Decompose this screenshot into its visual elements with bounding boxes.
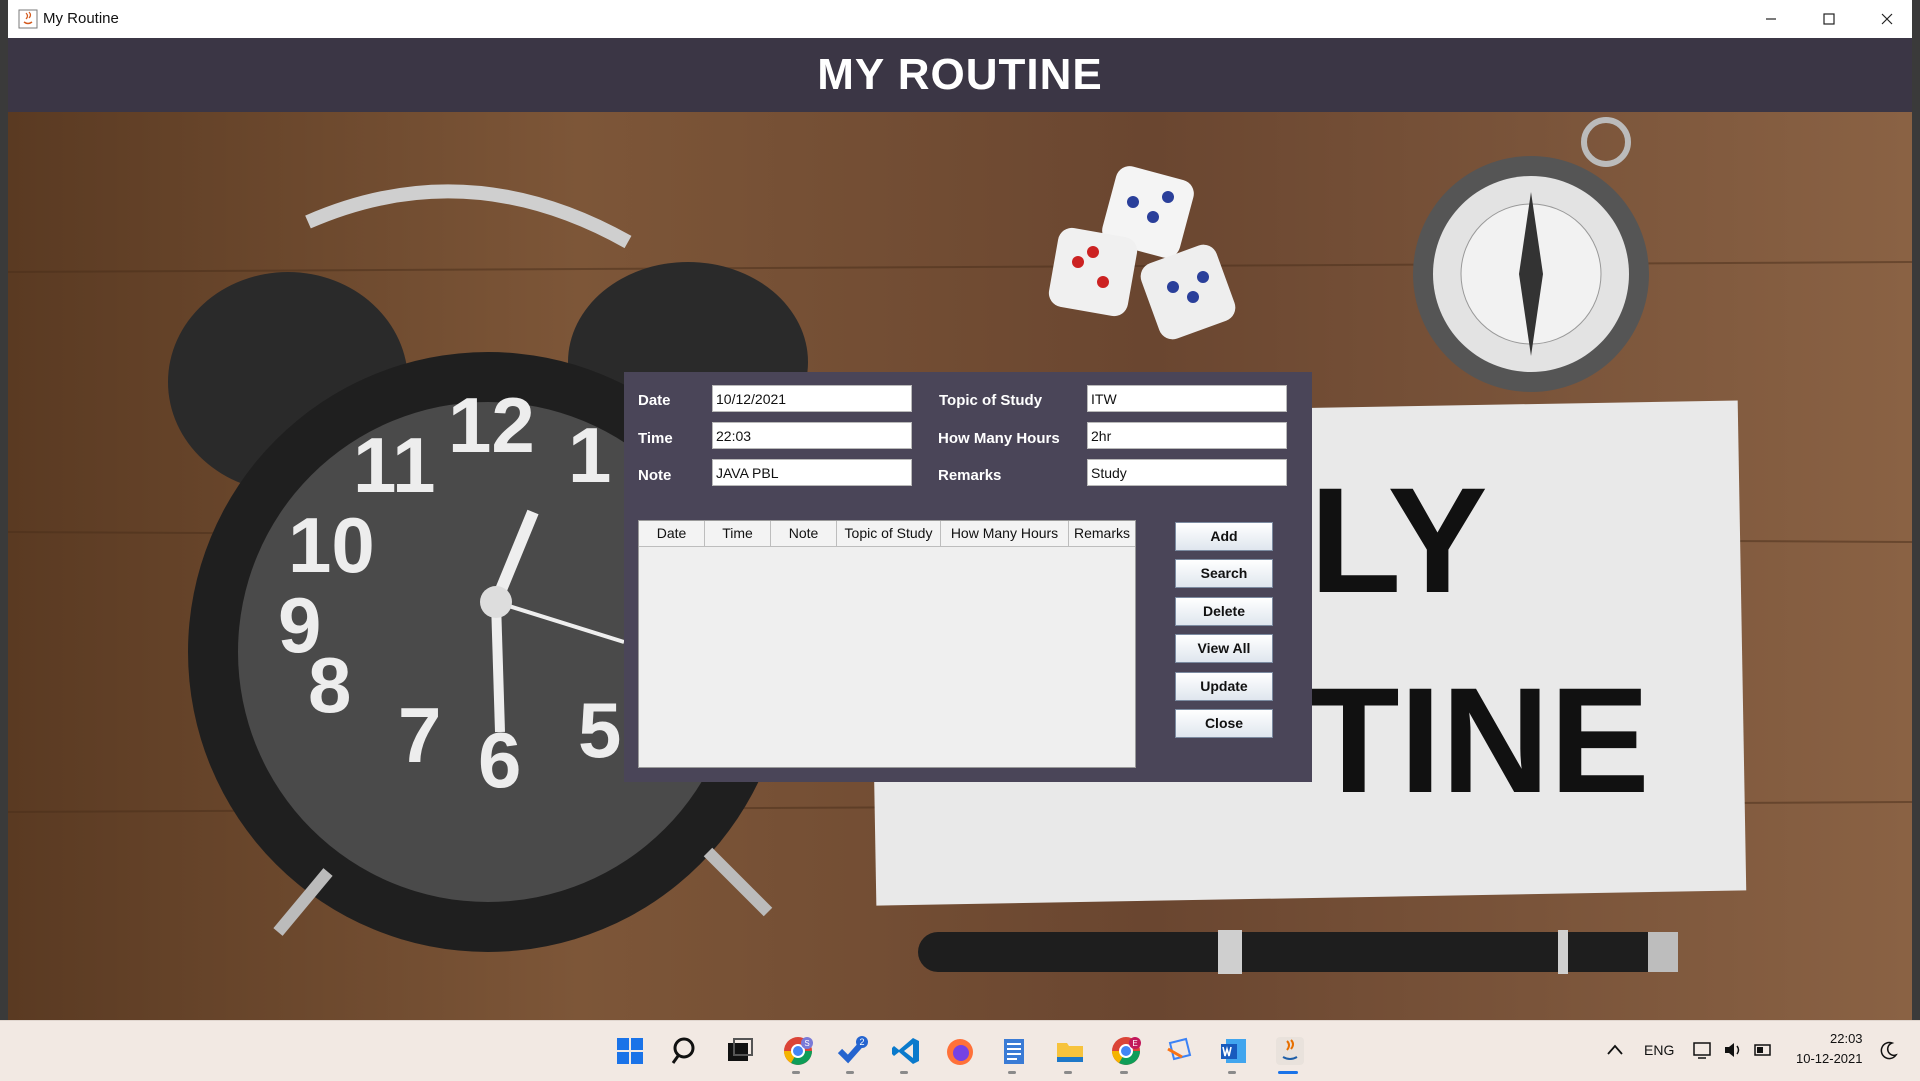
time-field[interactable] — [712, 422, 912, 449]
clock-number-11: 11 — [353, 421, 435, 509]
word-running-indicator — [1228, 1071, 1236, 1074]
chrome-profile-badge: E — [1132, 1039, 1137, 1048]
notepad-running-indicator — [1008, 1071, 1016, 1074]
note-field[interactable] — [712, 459, 912, 486]
chevron-up-icon[interactable] — [1604, 1039, 1626, 1061]
window-titlebar: My Routine — [8, 0, 1912, 39]
hours-label: How Many Hours — [938, 430, 1060, 447]
task-view-icon[interactable] — [724, 1035, 756, 1067]
clock-number-1: 1 — [568, 411, 611, 499]
minimize-button[interactable] — [1742, 0, 1800, 38]
chrome-profile-running-indicator — [1120, 1071, 1128, 1074]
pen-image — [918, 930, 1678, 974]
close-form-button[interactable]: Close — [1175, 709, 1273, 738]
routine-form-panel: Date Time Note Topic of Study How Many H… — [624, 372, 1312, 782]
windows-taskbar: S 2 E ENG 22:03 10-12-2021 — [0, 1020, 1920, 1081]
close-icon — [1881, 13, 1893, 25]
column-header-date[interactable]: Date — [639, 521, 705, 546]
column-header-time[interactable]: Time — [705, 521, 771, 546]
taskbar-time[interactable]: 22:03 — [1830, 1031, 1863, 1046]
chrome-badge: S — [804, 1039, 809, 1048]
explorer-running-indicator — [1064, 1071, 1072, 1074]
clock-number-10: 10 — [288, 501, 375, 589]
todo-badge: 2 — [859, 1037, 864, 1047]
update-button[interactable]: Update — [1175, 672, 1273, 701]
time-label: Time — [638, 430, 673, 447]
clock-number-8: 8 — [308, 641, 351, 729]
column-header-hours[interactable]: How Many Hours — [941, 521, 1069, 546]
battery-icon[interactable] — [1752, 1039, 1774, 1061]
firefox-icon[interactable] — [944, 1035, 976, 1067]
minimize-icon — [1766, 18, 1776, 20]
column-header-note[interactable]: Note — [771, 521, 837, 546]
chrome-profile-icon[interactable]: E — [1110, 1035, 1142, 1067]
chrome-running-indicator — [792, 1071, 800, 1074]
date-label: Date — [638, 392, 671, 409]
word-icon[interactable] — [1218, 1035, 1250, 1067]
view-all-button[interactable]: View All — [1175, 634, 1273, 663]
page-title: MY ROUTINE — [817, 50, 1103, 99]
hours-field[interactable] — [1087, 422, 1287, 449]
maximize-button[interactable] — [1800, 0, 1858, 38]
column-header-remarks[interactable]: Remarks — [1069, 521, 1135, 546]
vscode-icon[interactable] — [890, 1035, 922, 1067]
note-label: Note — [638, 467, 672, 484]
clock-number-12: 12 — [448, 381, 535, 469]
media-player-icon[interactable] — [1164, 1035, 1196, 1067]
windows-start-icon[interactable] — [614, 1035, 646, 1067]
todo-running-indicator — [846, 1071, 854, 1074]
app-header: MY ROUTINE — [8, 38, 1912, 112]
routine-table[interactable]: Date Time Note Topic of Study How Many H… — [638, 520, 1136, 768]
java-active-indicator — [1278, 1071, 1298, 1074]
language-indicator[interactable]: ENG — [1644, 1042, 1674, 1058]
java-icon[interactable] — [1274, 1035, 1306, 1067]
volume-icon[interactable] — [1722, 1039, 1744, 1061]
window-title: My Routine — [43, 10, 119, 27]
todo-icon[interactable]: 2 — [836, 1035, 868, 1067]
column-header-topic[interactable]: Topic of Study — [837, 521, 941, 546]
add-button[interactable]: Add — [1175, 522, 1273, 551]
taskbar-date[interactable]: 10-12-2021 — [1796, 1051, 1863, 1066]
java-app-icon — [18, 9, 38, 29]
network-icon[interactable] — [1692, 1039, 1714, 1061]
remarks-label: Remarks — [938, 467, 1002, 484]
search-icon[interactable] — [670, 1035, 702, 1067]
close-button[interactable] — [1858, 0, 1916, 38]
poster-text-line2: TINE — [1308, 656, 1650, 824]
topic-field[interactable] — [1087, 385, 1287, 412]
clock-number-7: 7 — [398, 691, 441, 779]
date-field[interactable] — [712, 385, 912, 412]
search-button[interactable]: Search — [1175, 559, 1273, 588]
delete-button[interactable]: Delete — [1175, 597, 1273, 626]
clock-number-5: 5 — [578, 686, 621, 774]
table-header: Date Time Note Topic of Study How Many H… — [639, 521, 1135, 547]
topic-label: Topic of Study — [939, 392, 1043, 409]
remarks-field[interactable] — [1087, 459, 1287, 486]
file-explorer-icon[interactable] — [1054, 1035, 1086, 1067]
notepad-icon[interactable] — [998, 1035, 1030, 1067]
vscode-running-indicator — [900, 1071, 908, 1074]
maximize-icon — [1823, 13, 1835, 25]
chrome-icon[interactable]: S — [782, 1035, 814, 1067]
notification-icon[interactable] — [1878, 1039, 1900, 1061]
